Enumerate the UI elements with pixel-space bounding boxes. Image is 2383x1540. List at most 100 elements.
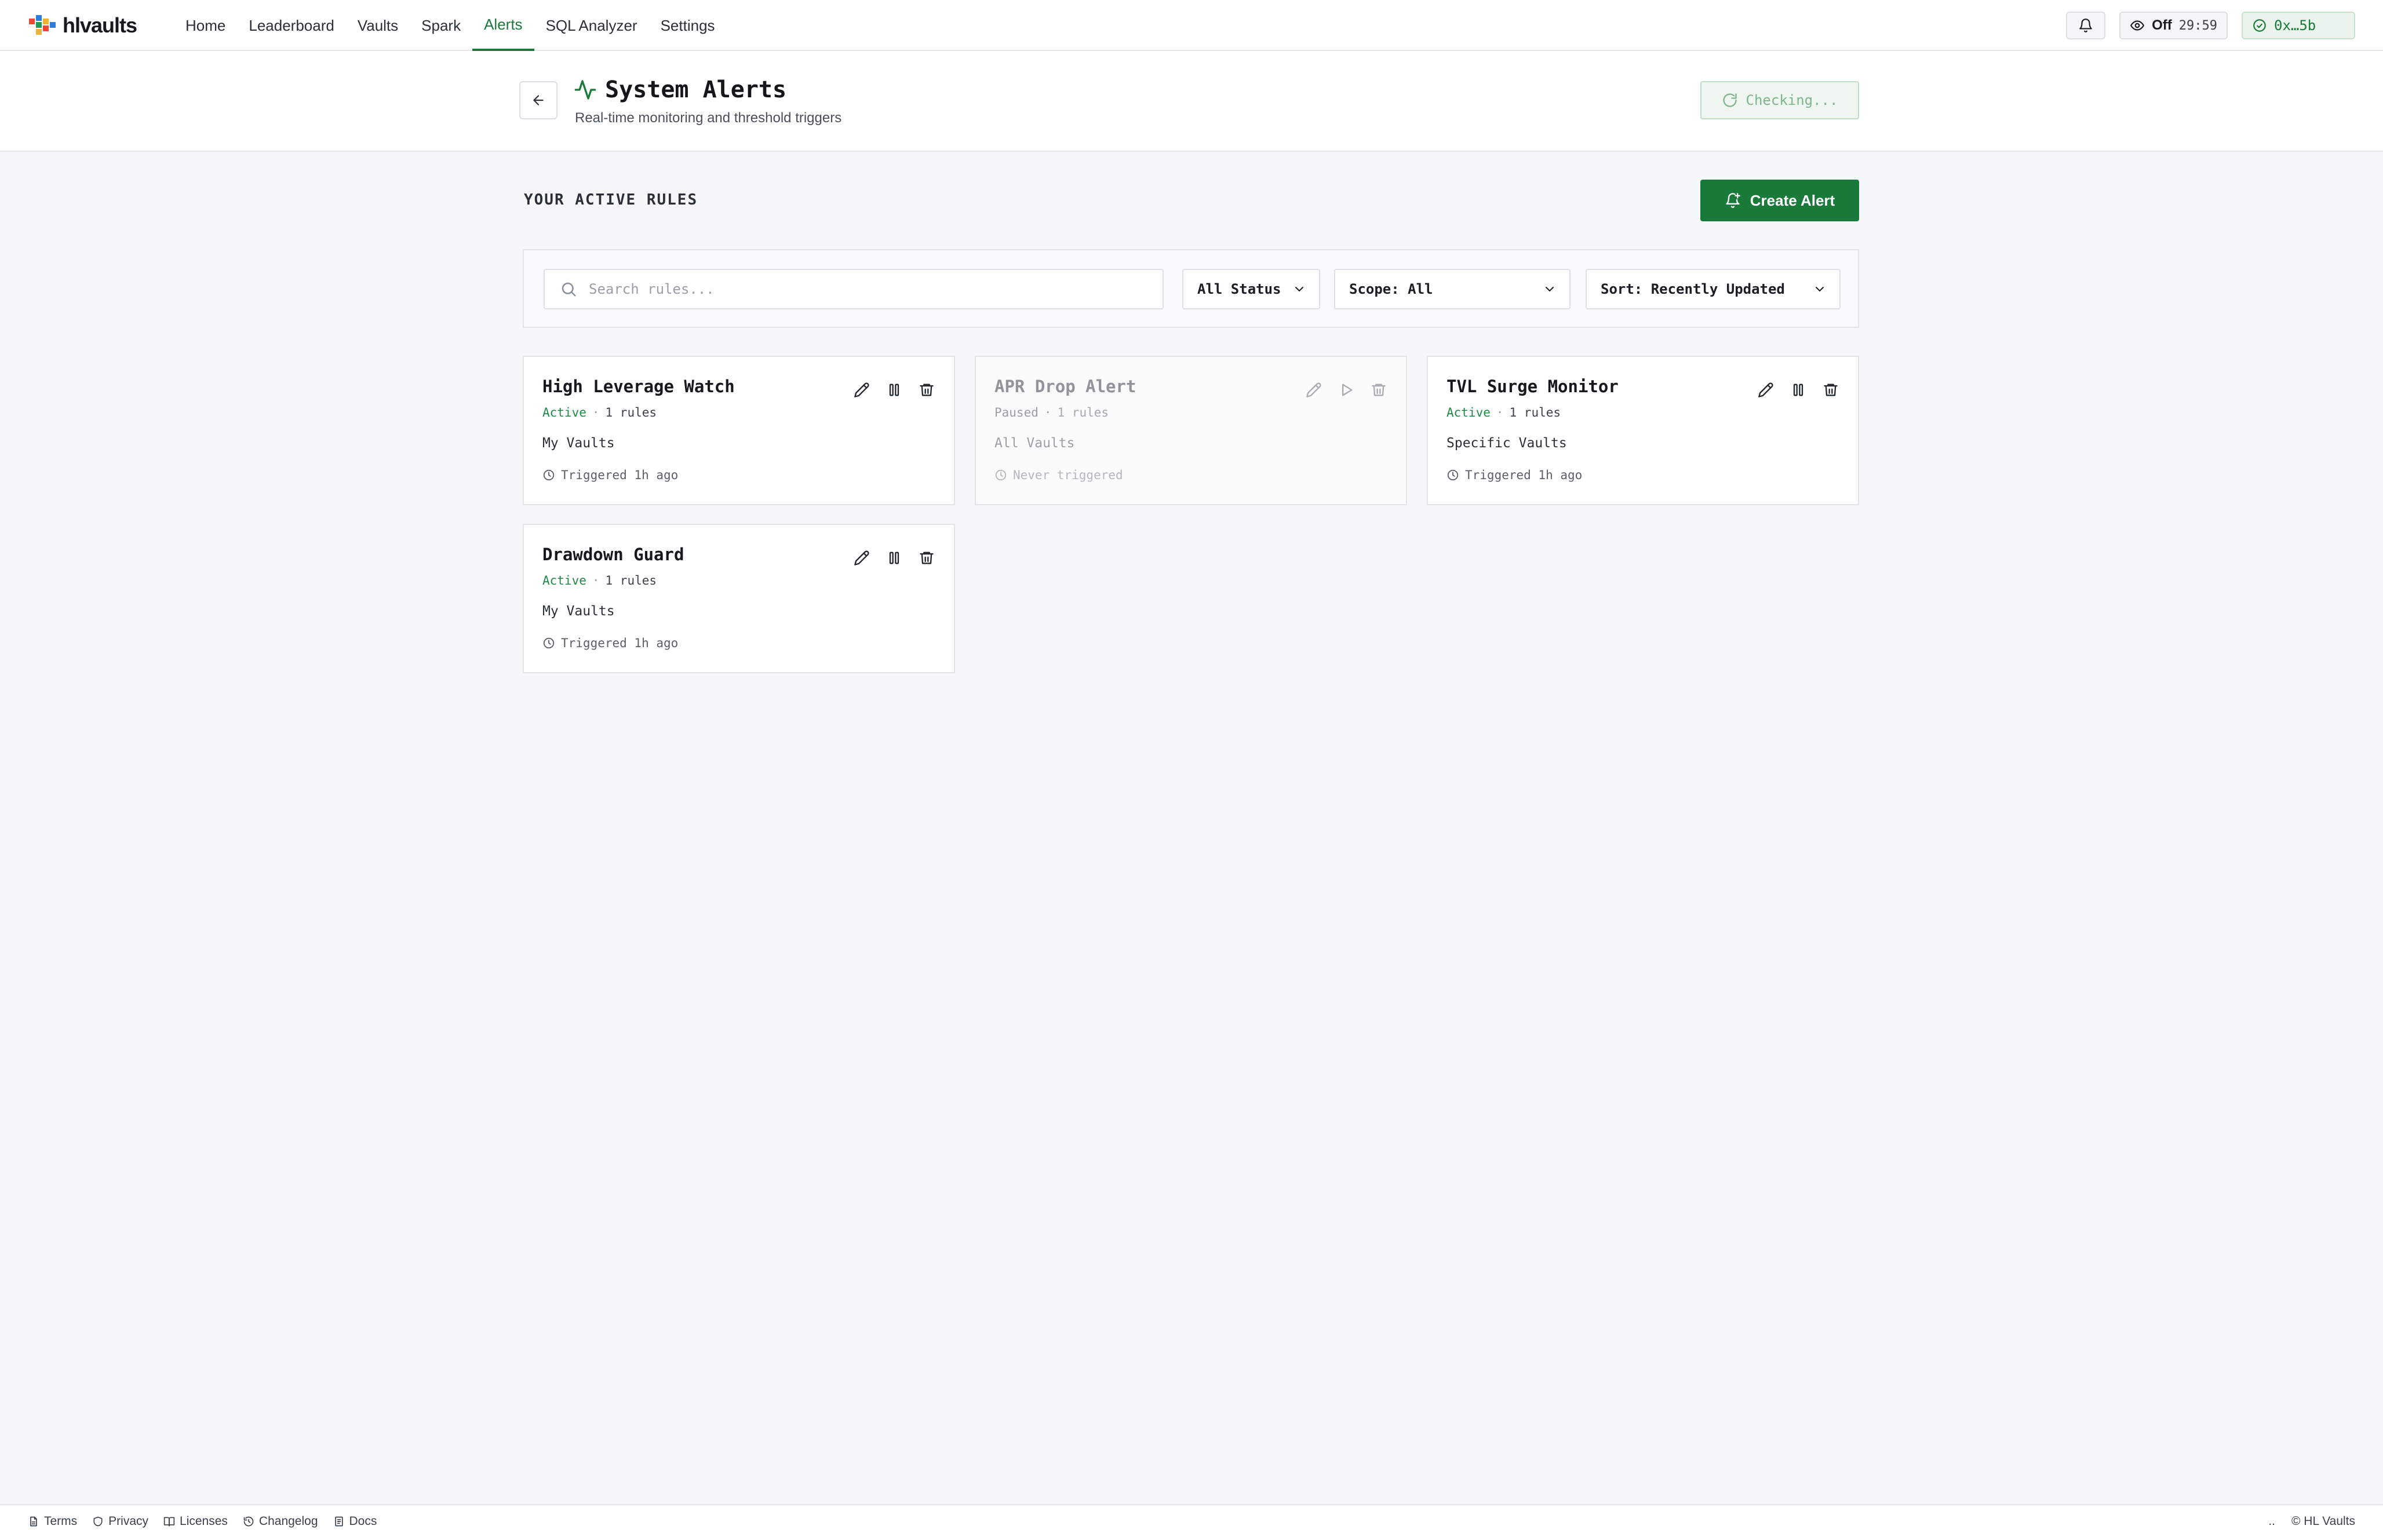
clock-icon bbox=[542, 637, 555, 649]
filter-bar: All Status Scope: All Sort: Recently Upd… bbox=[523, 249, 1859, 328]
clock-icon bbox=[1446, 469, 1459, 481]
logo-mark-icon bbox=[29, 15, 56, 35]
pencil-icon[interactable] bbox=[1756, 380, 1776, 400]
notifications-button[interactable] bbox=[2066, 12, 2106, 39]
watch-mode-label: Off bbox=[2152, 17, 2172, 33]
main-nav: Home Leaderboard Vaults Spark Alerts SQL… bbox=[174, 0, 727, 51]
footer-changelog-link[interactable]: Changelog bbox=[243, 1515, 318, 1528]
pause-icon[interactable] bbox=[1788, 380, 1808, 400]
status-filter[interactable]: All Status bbox=[1182, 269, 1320, 309]
footer-docs-link[interactable]: Docs bbox=[333, 1515, 377, 1528]
alert-scope: My Vaults bbox=[542, 436, 615, 451]
arrow-left-icon bbox=[531, 93, 546, 108]
nav-sql-analyzer[interactable]: SQL Analyzer bbox=[534, 0, 649, 51]
nav-spark[interactable]: Spark bbox=[410, 0, 472, 51]
footer-privacy-link[interactable]: Privacy bbox=[92, 1515, 148, 1528]
trash-icon[interactable] bbox=[1369, 380, 1389, 400]
scope-filter[interactable]: Scope: All bbox=[1334, 269, 1571, 309]
section-title: YOUR ACTIVE RULES bbox=[524, 191, 698, 209]
rule-count: 1 rules bbox=[605, 406, 657, 419]
logo[interactable]: hlvaults bbox=[28, 13, 137, 38]
nav-leaderboard[interactable]: Leaderboard bbox=[237, 0, 345, 51]
alert-actions bbox=[852, 548, 937, 568]
alert-meta: Active · 1 rules bbox=[542, 406, 657, 419]
alert-actions bbox=[1304, 380, 1389, 400]
status-badge: Active bbox=[1446, 406, 1491, 419]
nav-alerts[interactable]: Alerts bbox=[472, 0, 534, 51]
footer-terms-label: Terms bbox=[44, 1515, 78, 1528]
meta-separator: · bbox=[592, 406, 600, 419]
create-alert-button[interactable]: Create Alert bbox=[1700, 180, 1859, 221]
alert-name: Drawdown Guard bbox=[542, 545, 684, 564]
alert-triggered: Triggered 1h ago bbox=[542, 468, 678, 482]
alert-scope: All Vaults bbox=[994, 436, 1075, 451]
alert-card[interactable]: TVL Surge Monitor Active · 1 rules Speci… bbox=[1427, 356, 1859, 505]
pencil-icon[interactable] bbox=[852, 380, 872, 400]
page-subtitle: Real-time monitoring and threshold trigg… bbox=[575, 110, 842, 126]
back-button[interactable] bbox=[519, 81, 558, 119]
trash-icon[interactable] bbox=[917, 380, 937, 400]
sort-filter[interactable]: Sort: Recently Updated bbox=[1586, 269, 1841, 309]
nav-actions: Off 29:59 0x…5b bbox=[2066, 12, 2355, 39]
top-navbar: hlvaults Home Leaderboard Vaults Spark A… bbox=[0, 0, 2383, 51]
footer-links: Terms Privacy Licenses Changelog Docs bbox=[28, 1515, 377, 1528]
chevron-down-icon bbox=[1543, 282, 1557, 296]
footer-changelog-label: Changelog bbox=[258, 1515, 318, 1528]
trash-icon[interactable] bbox=[917, 548, 937, 568]
meta-separator: · bbox=[592, 574, 600, 587]
nav-home[interactable]: Home bbox=[174, 0, 237, 51]
sort-filter-value: Sort: Recently Updated bbox=[1601, 281, 1785, 297]
triggered-text: Never triggered bbox=[1013, 468, 1123, 482]
alert-actions bbox=[852, 380, 937, 400]
search-input[interactable] bbox=[589, 281, 1110, 297]
page-header: System Alerts Real-time monitoring and t… bbox=[0, 51, 2383, 152]
wallet-address: 0x…5b bbox=[2274, 17, 2316, 34]
pause-icon[interactable] bbox=[884, 380, 904, 400]
alert-triggered: Never triggered bbox=[994, 468, 1123, 482]
eye-icon bbox=[2130, 18, 2145, 33]
footer-terms-link[interactable]: Terms bbox=[28, 1515, 77, 1528]
alert-card[interactable]: Drawdown Guard Active · 1 rules My Vault… bbox=[523, 524, 955, 673]
logo-text: hlvaults bbox=[63, 13, 137, 37]
create-alert-label: Create Alert bbox=[1750, 191, 1835, 209]
footer: Terms Privacy Licenses Changelog Docs ..… bbox=[0, 1504, 2383, 1540]
wallet-button[interactable]: 0x…5b bbox=[2242, 12, 2355, 39]
alert-card[interactable]: APR Drop Alert Paused · 1 rules All Vaul… bbox=[975, 356, 1407, 505]
checking-button[interactable]: Checking... bbox=[1700, 81, 1859, 119]
pencil-icon[interactable] bbox=[852, 548, 872, 568]
watch-mode-button[interactable]: Off 29:59 bbox=[2119, 12, 2228, 39]
triggered-text: Triggered 1h ago bbox=[561, 468, 679, 482]
check-circle-icon bbox=[2252, 18, 2267, 33]
meta-separator: · bbox=[1496, 406, 1504, 419]
trash-icon[interactable] bbox=[1821, 380, 1841, 400]
nav-settings[interactable]: Settings bbox=[649, 0, 727, 51]
footer-licenses-link[interactable]: Licenses bbox=[163, 1515, 228, 1528]
scope-filter-value: Scope: All bbox=[1349, 281, 1433, 297]
shield-icon bbox=[92, 1516, 104, 1527]
meta-separator: · bbox=[1044, 406, 1052, 419]
title-block: System Alerts Real-time monitoring and t… bbox=[574, 75, 841, 126]
pencil-icon[interactable] bbox=[1304, 380, 1324, 400]
triggered-text: Triggered 1h ago bbox=[1465, 468, 1583, 482]
rule-count: 1 rules bbox=[1509, 406, 1561, 419]
pause-icon[interactable] bbox=[884, 548, 904, 568]
footer-licenses-label: Licenses bbox=[180, 1515, 228, 1528]
play-icon[interactable] bbox=[1336, 380, 1356, 400]
rule-count: 1 rules bbox=[605, 574, 657, 587]
checking-label: Checking... bbox=[1746, 92, 1838, 108]
status-badge: Active bbox=[542, 574, 586, 587]
session-timer: 29:59 bbox=[2178, 18, 2217, 33]
alert-card[interactable]: High Leverage Watch Active · 1 rules My … bbox=[523, 356, 955, 505]
alert-triggered: Triggered 1h ago bbox=[542, 636, 678, 650]
bell-plus-icon bbox=[1725, 192, 1741, 209]
alert-actions bbox=[1756, 380, 1841, 400]
status-badge: Paused bbox=[994, 406, 1039, 419]
status-filter-value: All Status bbox=[1197, 281, 1281, 297]
activity-icon bbox=[574, 78, 597, 101]
triggered-text: Triggered 1h ago bbox=[561, 636, 679, 650]
alert-meta: Paused · 1 rules bbox=[994, 406, 1109, 419]
alert-scope: Specific Vaults bbox=[1446, 436, 1567, 451]
search-field[interactable] bbox=[544, 269, 1164, 309]
history-icon bbox=[243, 1516, 254, 1527]
nav-vaults[interactable]: Vaults bbox=[346, 0, 410, 51]
